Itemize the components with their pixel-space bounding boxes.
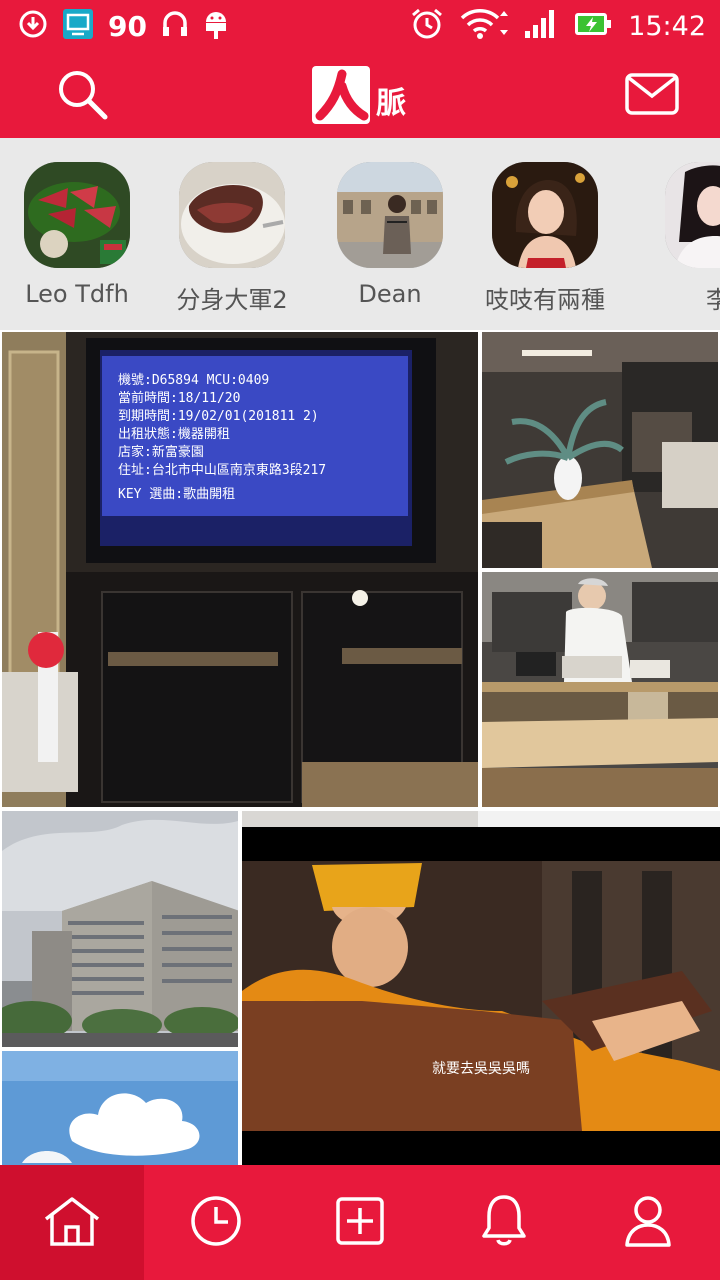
profile-icon (624, 1195, 672, 1251)
download-icon (18, 9, 48, 43)
story-name: 李 (706, 286, 720, 314)
screen-line: KEY 選曲:歌曲開租 (118, 487, 235, 502)
messages-button[interactable] (620, 64, 684, 128)
nav-add-post[interactable] (288, 1165, 432, 1280)
video-tile[interactable]: 就要去吳吳吳嗎 (242, 811, 720, 1165)
screen-line: 當前時間:18/11/20 (118, 390, 240, 406)
avatar (337, 162, 443, 268)
signal-number: 90 (108, 9, 147, 43)
add-post-icon (336, 1196, 384, 1249)
battery-charging-icon (574, 9, 612, 43)
nav-profile[interactable] (576, 1165, 720, 1280)
story-item[interactable]: Leo Tdfh (2, 162, 152, 322)
bottom-nav (0, 1165, 720, 1280)
story-item[interactable]: 分身大軍2 (157, 162, 307, 322)
clock-time: 15:42 (628, 10, 706, 42)
screen-line: 機號:D65894 MCU:0409 (118, 373, 269, 388)
nav-home[interactable] (0, 1165, 144, 1280)
video-subtitle: 就要去吳吳吳嗎 (432, 1061, 530, 1077)
avatar (179, 162, 285, 268)
headset-icon (161, 9, 189, 43)
android-icon (203, 8, 229, 44)
avatar (24, 162, 130, 268)
avatar (665, 162, 720, 268)
story-item[interactable]: Dean (315, 162, 465, 322)
screen-line: 到期時間:19/02/01(201811 2) (118, 409, 319, 424)
story-item[interactable]: 吱吱有兩種 (470, 162, 620, 322)
photo-tile[interactable] (2, 1051, 238, 1165)
story-item[interactable]: 李 (643, 162, 720, 322)
photo-tile[interactable] (482, 572, 718, 807)
home-icon (42, 1195, 102, 1251)
wifi-icon (460, 8, 509, 44)
avatar (492, 162, 598, 268)
nav-notifications[interactable] (432, 1165, 576, 1280)
notification-bell-icon (481, 1194, 527, 1252)
alarm-icon (410, 7, 444, 45)
app-logo: 脈 (312, 66, 408, 124)
story-name: Dean (358, 280, 422, 308)
screen-line: 住址:台北市中山區南京東路3段217 (118, 462, 326, 478)
story-name: 分身大軍2 (176, 286, 288, 314)
photo-grid: 機號:D65894 MCU:0409 當前時間:18/11/20 到期時間:19… (0, 330, 720, 1165)
logo-box (312, 66, 370, 124)
photo-tile[interactable]: 機號:D65894 MCU:0409 當前時間:18/11/20 到期時間:19… (2, 332, 478, 807)
history-clock-icon (190, 1195, 242, 1251)
story-name: 吱吱有兩種 (485, 286, 605, 314)
cell-signal-icon (524, 9, 558, 43)
cast-icon (62, 8, 94, 44)
logo-person-mark (315, 69, 369, 121)
photo-tile[interactable] (482, 332, 718, 568)
story-strip: Leo Tdfh 分身大軍2 Dean 吱吱有兩種 李 (0, 138, 720, 330)
mail-icon (624, 72, 680, 120)
search-button[interactable] (50, 64, 114, 128)
photo-tile[interactable] (2, 811, 238, 1047)
nav-history[interactable] (144, 1165, 288, 1280)
app-header: 脈 (0, 52, 720, 138)
screen-line: 店家:新富豪園 (118, 444, 204, 460)
search-icon (55, 67, 109, 125)
status-bar: 90 15:42 (0, 0, 720, 52)
logo-text: 脈 (376, 86, 406, 121)
screen-line: 出租狀態:機器開租 (118, 426, 230, 442)
story-name: Leo Tdfh (25, 280, 129, 308)
